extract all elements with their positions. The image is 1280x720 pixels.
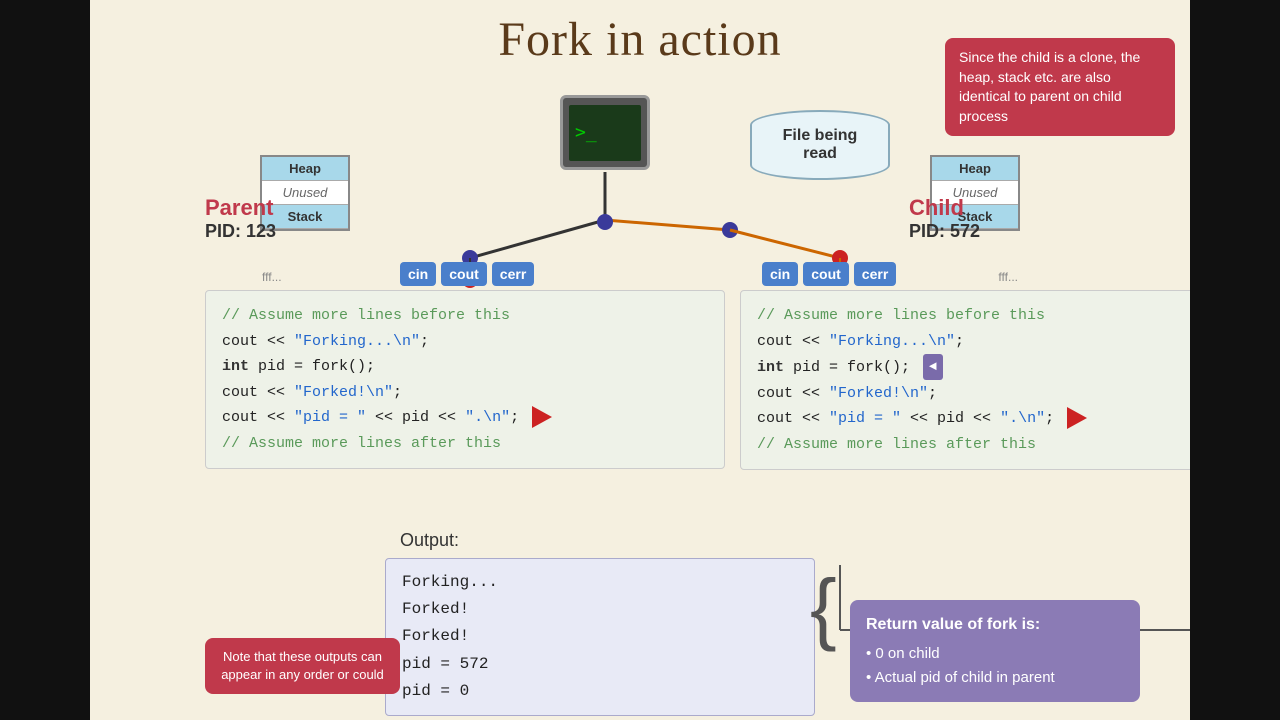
curly-brace: {: [810, 568, 837, 648]
return-callout-title: Return value of fork is:: [866, 612, 1124, 638]
return-point-1: • 0 on child: [866, 642, 1124, 666]
child-stream-badges: cin cout cerr: [762, 262, 896, 286]
parent-cout-badge: cout: [441, 262, 487, 286]
slide: Fork in action Since the child is a clon…: [90, 0, 1190, 720]
parent-comment2: // Assume more lines after this: [222, 431, 708, 457]
output-line-4: pid = 572: [402, 651, 798, 678]
child-line1: cout << "Forking...\n";: [757, 329, 1190, 355]
parent-pid: PID: 123: [205, 221, 276, 242]
child-heap-row: Heap: [932, 157, 1018, 181]
child-comment1: // Assume more lines before this: [757, 303, 1190, 329]
child-cerr-badge: cerr: [854, 262, 896, 286]
terminal-screen: >_: [569, 105, 641, 161]
parent-cerr-badge: cerr: [492, 262, 534, 286]
output-line-2: Forked!: [402, 596, 798, 623]
parent-line4: cout << "pid = " << pid << ".\n";: [222, 405, 708, 431]
addr-bottom-right: fff...: [998, 270, 1018, 284]
output-line-3: Forked!: [402, 623, 798, 650]
parent-line3: cout << "Forked!\n";: [222, 380, 708, 406]
parent-line1: cout << "Forking...\n";: [222, 329, 708, 355]
parent-cin-badge: cin: [400, 262, 436, 286]
parent-heap-row: Heap: [262, 157, 348, 181]
output-line-5: pid = 0: [402, 678, 798, 705]
child-comment2: // Assume more lines after this: [757, 432, 1190, 458]
parent-label: Parent PID: 123: [205, 195, 276, 242]
child-cout-badge: cout: [803, 262, 849, 286]
terminal-prompt: >_: [575, 122, 597, 143]
output-line-1: Forking...: [402, 569, 798, 596]
parent-name: Parent: [205, 195, 276, 221]
output-label: Output:: [400, 530, 459, 551]
parent-line2: int pid = fork();: [222, 354, 708, 380]
bottom-callout-text: Note that these outputs can appear in an…: [221, 649, 384, 682]
child-cin-badge: cin: [762, 262, 798, 286]
child-name: Child: [909, 195, 980, 221]
parent-comment1: // Assume more lines before this: [222, 303, 708, 329]
child-code-block: // Assume more lines before this cout <<…: [740, 290, 1190, 470]
parent-stream-badges: cin cout cerr: [400, 262, 534, 286]
child-pid: PID: 572: [909, 221, 980, 242]
black-bar-right: [1190, 0, 1280, 720]
output-box: Forking... Forked! Forked! pid = 572 pid…: [385, 558, 815, 716]
return-point-2: • Actual pid of child in parent: [866, 666, 1124, 690]
parent-code-block: // Assume more lines before this cout <<…: [205, 290, 725, 469]
return-value-callout: Return value of fork is: • 0 on child • …: [850, 600, 1140, 702]
top-right-callout: Since the child is a clone, the heap, st…: [945, 38, 1175, 136]
child-label: Child PID: 572: [909, 195, 980, 242]
addr-bottom-left: fff...: [262, 270, 282, 284]
file-being-read-box: File beingread: [750, 110, 890, 180]
terminal-icon: >_: [560, 95, 650, 170]
child-line3: cout << "Forked!\n";: [757, 381, 1190, 407]
black-bar-left: [0, 0, 90, 720]
child-line2: int pid = fork(); ◄: [757, 354, 1190, 381]
child-line4: cout << "pid = " << pid << ".\n";: [757, 406, 1190, 432]
bottom-left-callout: Note that these outputs can appear in an…: [205, 638, 400, 694]
